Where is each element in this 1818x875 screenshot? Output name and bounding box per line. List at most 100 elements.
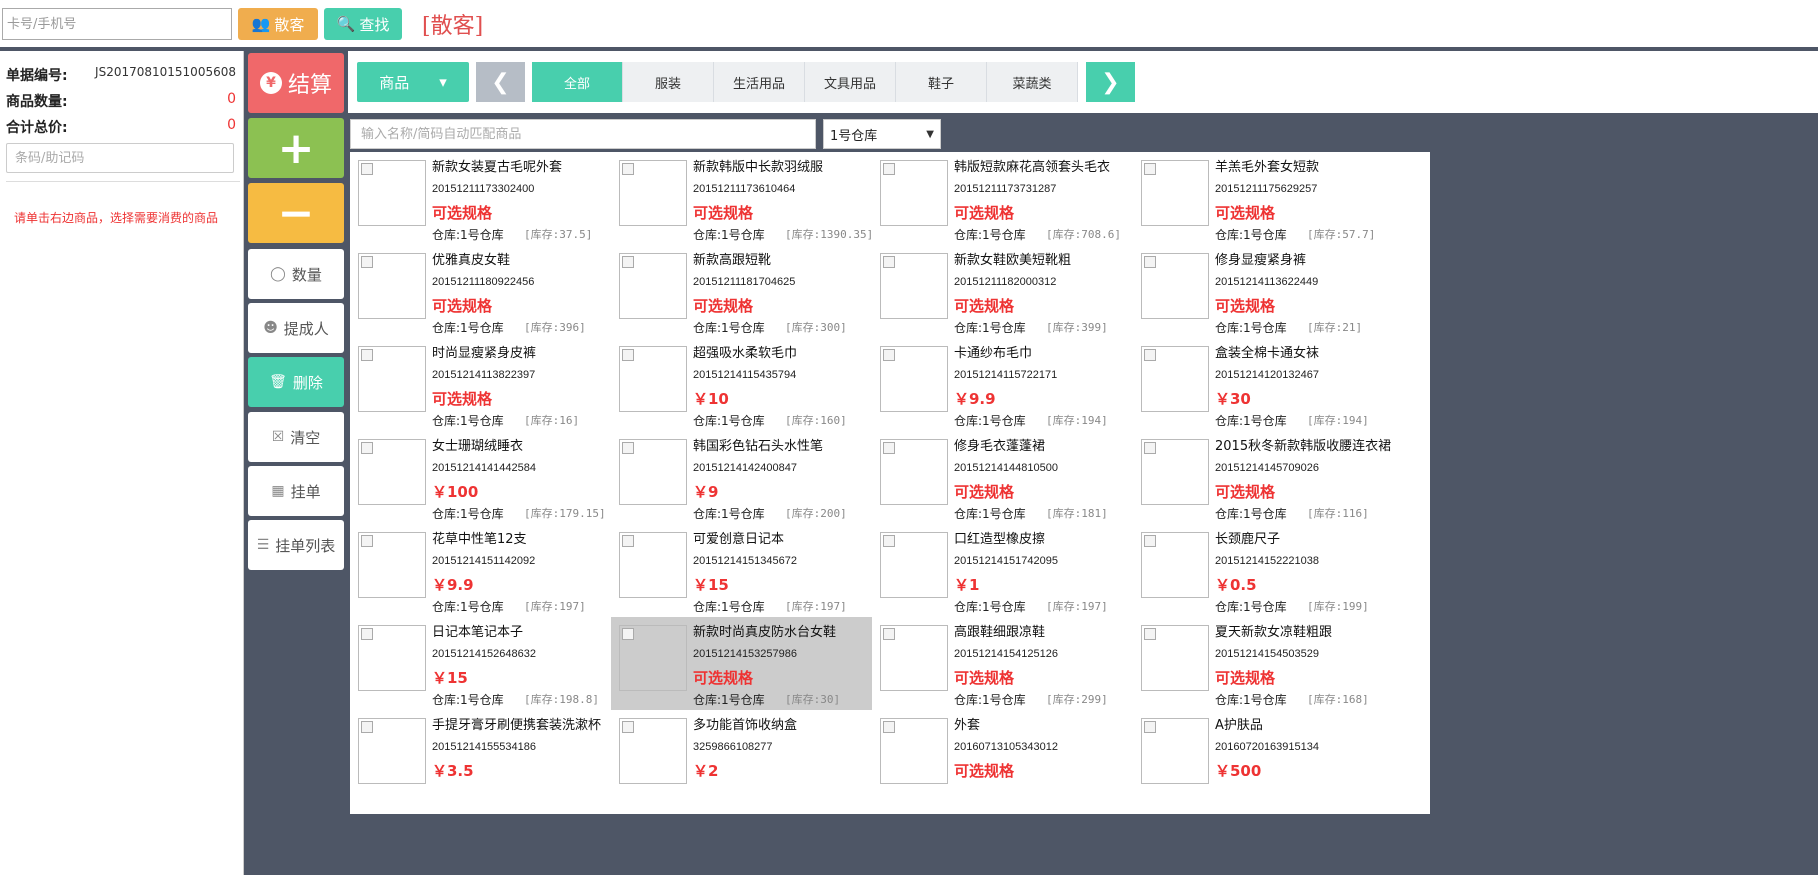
product-card[interactable]: 2015秋冬新款韩版收腰连衣裙 20151214145709026 可选规格 仓库:1… — [1133, 431, 1430, 535]
quantity-button[interactable]: ◯ 数量 — [248, 249, 344, 299]
commission-person-button[interactable]: ☻ 提成人 — [248, 303, 344, 353]
hold-list-button[interactable]: ☰ 挂单列表 — [248, 520, 344, 570]
reduce-quantity-button[interactable]: − — [248, 183, 344, 243]
product-stock: [库存:168] — [1307, 693, 1369, 706]
find-button[interactable]: 🔍 查找 — [324, 8, 402, 40]
guest-button[interactable]: 👥 散客 — [238, 8, 318, 40]
product-card[interactable]: 夏天新款女凉鞋粗跟 20151214154503529 可选规格 仓库:1号仓库 [库存… — [1133, 617, 1430, 721]
product-warehouse: 仓库:1号仓库 — [954, 600, 1026, 614]
chevron-right-icon: ❯ — [1101, 69, 1120, 95]
product-name: 女士珊瑚绒睡衣 — [432, 439, 524, 454]
product-name: 2015秋冬新款韩版收腰连衣裙 — [1215, 439, 1392, 454]
product-stock: [库存:396] — [524, 321, 586, 334]
category-tab[interactable]: 菜蔬类 — [987, 62, 1078, 102]
product-price: ￥500 — [1215, 762, 1262, 780]
product-name: 新款女装夏古毛呢外套 — [432, 160, 563, 175]
product-card[interactable]: 修身毛衣蓬蓬裙 20151214144810500 可选规格 仓库:1号仓库 [库存:1… — [872, 431, 1169, 535]
order-summary-panel: 单据编号: JS20170810151005608 商品数量: 0 合计总价: … — [0, 51, 244, 875]
product-image — [358, 160, 426, 226]
product-image — [619, 532, 687, 598]
product-code: 20151211173610464 — [693, 183, 796, 195]
add-quantity-button[interactable]: + — [248, 118, 344, 178]
product-price: ￥9.9 — [954, 390, 996, 408]
product-warehouse: 仓库:1号仓库 — [693, 600, 765, 614]
category-tab[interactable]: 鞋子 — [896, 62, 987, 102]
product-image — [1141, 718, 1209, 784]
category-tab[interactable]: 文具用品 — [805, 62, 896, 102]
product-grid: 新款女装夏古毛呢外套 20151211173302400 可选规格 仓库:1号仓库 [库… — [348, 152, 1818, 875]
product-card[interactable]: 卡通纱布毛巾 20151214115722171 ￥9.9 仓库:1号仓库 [库存:19… — [872, 338, 1169, 442]
product-stock: [库存:37.5] — [524, 228, 593, 241]
product-name: 新款女鞋欧美短靴粗 — [954, 253, 1072, 268]
product-card[interactable]: 长颈鹿尺子 20151214152221038 ￥0.5 仓库:1号仓库 [库存:199… — [1133, 524, 1430, 628]
product-name: 韩版短款麻花高领套头毛衣 — [954, 160, 1111, 175]
product-card[interactable]: A护肤品 20160720163915134 ￥500 — [1133, 710, 1430, 814]
product-card[interactable]: 花草中性笔12支 20151214151142092 ￥9.9 仓库:1号仓库 [库存:… — [350, 524, 647, 628]
product-image — [880, 625, 948, 691]
product-card[interactable]: 日记本笔记本子 20151214152648632 ￥15 仓库:1号仓库 [库存:19… — [350, 617, 647, 721]
product-image — [1141, 346, 1209, 412]
product-card[interactable]: 优雅真皮女鞋 20151211180922456 可选规格 仓库:1号仓库 [库存:39… — [350, 245, 647, 349]
category-tab[interactable]: 全部 — [532, 62, 623, 102]
card-phone-input[interactable] — [2, 8, 232, 40]
settle-button[interactable]: ¥ 结算 — [248, 53, 344, 113]
hold-order-label: 挂单 — [290, 482, 321, 501]
product-area: 商品 ▾ ❮ 全部服装生活用品文具用品鞋子菜蔬类 ❯ 1号仓库 ▼ 新款女装夏古… — [348, 51, 1818, 875]
product-name: 超强吸水柔软毛巾 — [693, 346, 798, 361]
product-warehouse: 仓库:1号仓库 — [954, 507, 1026, 521]
prev-category-button[interactable]: ❮ — [476, 62, 525, 102]
hold-order-button[interactable]: ▦ 挂单 — [248, 466, 344, 516]
product-price: 可选规格 — [1215, 204, 1276, 222]
product-warehouse: 仓库:1号仓库 — [1215, 507, 1287, 521]
delete-button[interactable]: 🗑 删除 — [248, 357, 344, 407]
product-code: 20151214151742095 — [954, 555, 1059, 567]
product-card[interactable]: 新款女鞋欧美短靴粗 20151211182000312 可选规格 仓库:1号仓库 [库存… — [872, 245, 1169, 349]
hint-text: 请单击右边商品，选择需要消费的商品 — [14, 211, 219, 225]
category-tab[interactable]: 服装 — [623, 62, 714, 102]
product-name: 外套 — [954, 718, 981, 733]
clear-button[interactable]: ☒ 清空 — [248, 412, 344, 462]
product-image — [358, 718, 426, 784]
product-card[interactable]: 高跟鞋细跟凉鞋 20151214154125126 可选规格 仓库:1号仓库 [库存:2… — [872, 617, 1169, 721]
product-card[interactable]: 羊羔毛外套女短款 20151211175629257 可选规格 仓库:1号仓库 [库存:… — [1133, 152, 1430, 256]
product-card[interactable]: 韩版短款麻花高领套头毛衣 20151211173731287 可选规格 仓库:1号仓库… — [872, 152, 1169, 256]
product-image — [880, 532, 948, 598]
product-name: 夏天新款女凉鞋粗跟 — [1215, 625, 1333, 640]
product-card[interactable]: 盒装全棉卡通女袜 20151214120132467 ￥30 仓库:1号仓库 [库存:1… — [1133, 338, 1430, 442]
product-code: 20151214120132467 — [1215, 369, 1320, 381]
product-card[interactable]: 超强吸水柔软毛巾 20151214115435794 ￥10 仓库:1号仓库 [库存:1… — [611, 338, 908, 442]
product-warehouse: 仓库:1号仓库 — [954, 228, 1026, 242]
product-search-input[interactable] — [350, 119, 816, 149]
product-card[interactable]: 新款女装夏古毛呢外套 20151211173302400 可选规格 仓库:1号仓库 [库… — [350, 152, 647, 256]
product-price: ￥15 — [693, 576, 729, 594]
barcode-input[interactable] — [6, 143, 234, 173]
product-image — [358, 625, 426, 691]
next-category-button[interactable]: ❯ — [1086, 62, 1135, 102]
product-card[interactable]: 时尚显瘦紧身皮裤 20151214113822397 可选规格 仓库:1号仓库 [库存:… — [350, 338, 647, 442]
product-name: 手提牙膏牙刷便携套装洗漱杯 — [432, 718, 602, 733]
product-name: 口红造型橡皮擦 — [954, 532, 1046, 547]
product-card[interactable]: 外套 20160713105343012 可选规格 — [872, 710, 1169, 814]
category-tab[interactable]: 生活用品 — [714, 62, 805, 102]
settle-label: 结算 — [287, 73, 332, 98]
product-card[interactable]: 新款时尚真皮防水台女鞋 20151214153257986 可选规格 仓库:1号仓库 [… — [611, 617, 908, 721]
product-price: ￥3.5 — [432, 762, 474, 780]
hold-list-label: 挂单列表 — [275, 536, 336, 555]
product-image — [880, 439, 948, 505]
warehouse-select[interactable]: 1号仓库 ▼ — [823, 119, 941, 149]
product-card[interactable]: 口红造型橡皮擦 20151214151742095 ￥1 仓库:1号仓库 [库存:197… — [872, 524, 1169, 628]
product-name: 长颈鹿尺子 — [1215, 532, 1281, 547]
product-code: 20151214151142092 — [432, 555, 536, 567]
product-warehouse: 仓库:1号仓库 — [432, 414, 504, 428]
product-card[interactable]: 韩国彩色钻石头水性笔 20151214142400847 ￥9 仓库:1号仓库 [库存:… — [611, 431, 908, 535]
product-card[interactable]: 新款韩版中长款羽绒服 20151211173610464 可选规格 仓库:1号仓库 [库… — [611, 152, 908, 256]
category-dropdown[interactable]: 商品 ▾ — [357, 62, 469, 102]
product-card[interactable]: 可爱创意日记本 20151214151345672 ￥15 仓库:1号仓库 [库存:19… — [611, 524, 908, 628]
product-price: ￥2 — [693, 762, 719, 780]
product-card[interactable]: 手提牙膏牙刷便携套装洗漱杯 20151214155534186 ￥3.5 — [350, 710, 647, 814]
product-card[interactable]: 多功能首饰收纳盒 3259866108277 ￥2 — [611, 710, 908, 814]
guest-button-label: 散客 — [274, 15, 305, 34]
product-card[interactable]: 修身显瘦紧身裤 20151214113622449 可选规格 仓库:1号仓库 [库存:2… — [1133, 245, 1430, 349]
product-card[interactable]: 新款高跟短靴 20151211181704625 可选规格 仓库:1号仓库 [库存:30… — [611, 245, 908, 349]
product-card[interactable]: 女士珊瑚绒睡衣 20151214141442584 ￥100 仓库:1号仓库 [库存:1… — [350, 431, 647, 535]
